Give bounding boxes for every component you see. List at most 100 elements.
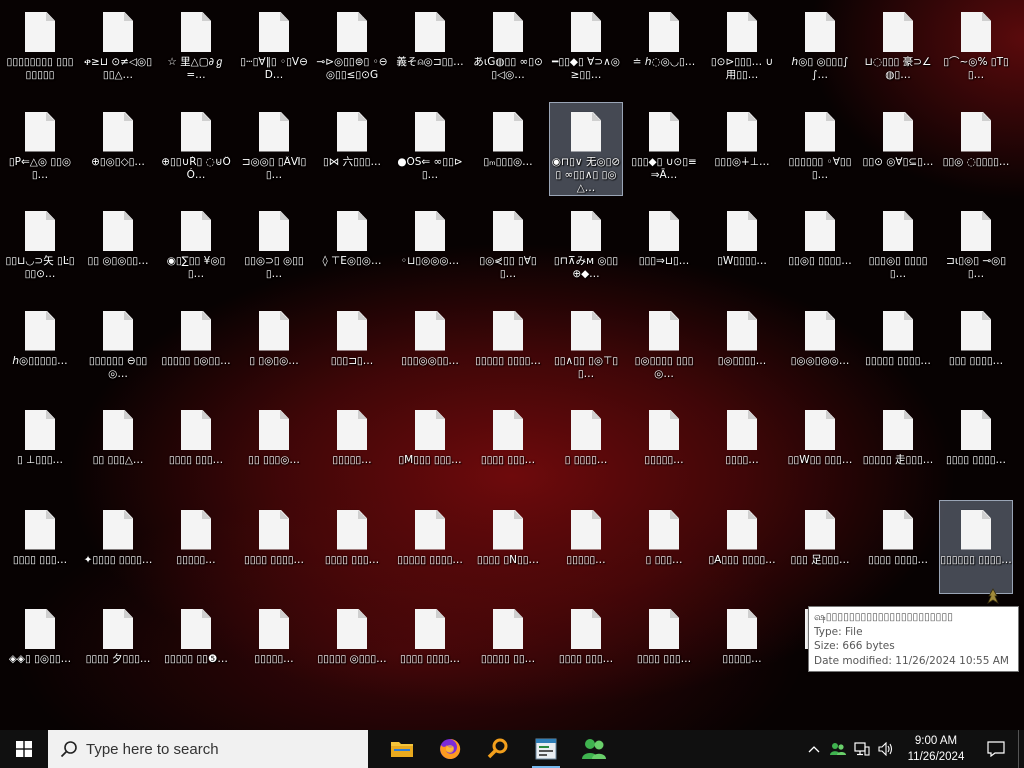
taskbar-search-app[interactable] [474, 730, 522, 768]
network-icon[interactable] [850, 730, 874, 768]
desktop-file-icon[interactable]: ℎ◎▯▯▯▯▯… [3, 301, 77, 395]
taskbar-search-box[interactable]: Type here to search [48, 730, 368, 768]
desktop-file-icon[interactable]: ▯▯▯◎∔⊥… [705, 102, 779, 196]
taskbar-contacts-app[interactable] [570, 730, 618, 768]
taskbar-file-explorer[interactable] [378, 730, 426, 768]
desktop-file-icon[interactable]: ☆ 里△▢∂ℊ=… [159, 2, 233, 96]
desktop-file-icon[interactable]: ▯▯▯▯▯… [159, 500, 233, 594]
desktop-file-icon[interactable]: ▯ ▯▯▯… [627, 500, 701, 594]
desktop-file-icon[interactable]: ▯▯▯▯▯… [237, 599, 311, 693]
desktop-file-icon[interactable]: ⊸⊳◎▯▯⊜▯ ◦⊖◎▯▯≤▯⊙G [315, 2, 389, 96]
desktop-file-icon[interactable]: ▯▯▯▯▯▯ ⊖▯▯◎… [81, 301, 155, 395]
desktop-file-icon[interactable]: ≐ ℎ◌◎◡▯… [627, 2, 701, 96]
desktop-file-icon[interactable]: ●OS⇐ ∞▯▯⊳▯… [393, 102, 467, 196]
desktop-file-icon[interactable]: ▯▯▯◎◎▯▯… [393, 301, 467, 395]
desktop-file-icon[interactable]: ✦▯▯▯▯ ▯▯▯▯… [81, 500, 155, 594]
desktop-file-icon[interactable]: ▯▯▯ ▯▯▯▯… [939, 301, 1013, 395]
desktop-file-icon[interactable]: ▯A▯▯▯ ▯▯▯▯… [705, 500, 779, 594]
desktop-file-icon[interactable]: ▯▯▯▯ ▯N▯▯… [471, 500, 545, 594]
desktop-file-icon[interactable]: ℎ◎▯ ◎▯▯▯∫∫… [783, 2, 857, 96]
desktop-file-icon[interactable]: ▯▯⊔◡⊃矢 ▯Ŀ▯▯▯⊙… [3, 201, 77, 295]
desktop-file-icon[interactable]: ▯▯▯▯ ▯▯▯… [471, 400, 545, 494]
desktop-file-icon[interactable]: ▯⊓⊼みᴍ ◎▯▯⊕◆… [549, 201, 623, 295]
desktop-file-icon[interactable]: ▯⋈ 六▯▯▯… [315, 102, 389, 196]
desktop-file-icon[interactable]: ▯▯▯▯ ▯▯▯▯… [237, 500, 311, 594]
contacts-tray-icon[interactable] [826, 730, 850, 768]
show-desktop-button[interactable] [1018, 730, 1024, 768]
desktop-file-icon[interactable]: ◉⊓▯∨ 无◎▯⊘▯ ∞▯▯∧▯ ▯◎△… [549, 101, 623, 196]
desktop-file-icon[interactable]: ▯▯▯▯ 夕▯▯▯… [81, 599, 155, 693]
desktop-file-icon[interactable]: ▯▯◎⊃▯ ◎▯▯▯… [237, 201, 311, 295]
desktop-file-icon[interactable]: ቀ≥⊔ ⊙≠◁◎▯▯▯△… [81, 2, 155, 96]
desktop-file-icon[interactable]: ▯▯▯▯▯ ▯▯▯▯… [471, 301, 545, 395]
desktop-file-icon[interactable]: ▯◎⋞▯▯ ▯∀▯▯… [471, 201, 545, 295]
desktop-file-icon[interactable]: ▯▯◎▯ ▯▯▯▯… [783, 201, 857, 295]
desktop-file-icon[interactable]: ▯ₘ▯▯▯◎… [471, 102, 545, 196]
desktop-file-icon[interactable]: ▯▯▯▯▯ ▯◎▯▯… [159, 301, 233, 395]
desktop-file-icon[interactable]: ▯▯▯▯▯ ▯▯▯▯… [861, 301, 935, 395]
desktop-file-icon[interactable]: ◈◈▯ ▯◎▯▯… [3, 599, 77, 693]
desktop-file-icon[interactable]: ▯▯▯ 足▯▯▯… [783, 500, 857, 594]
desktop-file-icon[interactable]: ▯ ⊥▯▯▯… [3, 400, 77, 494]
desktop-file-icon[interactable]: 義そ⍝◎⊐▯▯… [393, 2, 467, 96]
desktop-file-icon[interactable]: ▯ⵈ▯∀∥▯ ◦▯V⊖D… [237, 2, 311, 96]
desktop-file-icon[interactable]: ▯▯▯▯▯ ▯▯❺… [159, 599, 233, 693]
desktop-file-icon[interactable]: ▯W▯▯▯▯… [705, 201, 779, 295]
desktop-file-icon[interactable]: ▯◎▯▯▯▯… [705, 301, 779, 395]
desktop-file-icon[interactable]: ▯◎◎▯◎◎… [783, 301, 857, 395]
desktop-file-icon[interactable]: ⊔◌▯▯▯ 豪⊃∠◍▯… [861, 2, 935, 96]
desktop-file-icon[interactable]: ▯▯▯▯▯ ◎▯▯▯… [315, 599, 389, 693]
desktop-file-icon[interactable]: ▯▯▯▯ ▯▯▯▯… [393, 599, 467, 693]
desktop-file-icon[interactable]: ▯▯▯◆▯ ∪⊙▯≡⇒Ā… [627, 102, 701, 196]
desktop-file-icon[interactable]: ▯▯ ◎▯◎▯▯… [81, 201, 155, 295]
desktop-file-icon[interactable]: ⊐⍳▯◎▯ ⊸◎▯▯… [939, 201, 1013, 295]
desktop-file-icon[interactable]: ▯▯▯▯▯… [705, 599, 779, 693]
taskbar-clock[interactable]: 9:00 AM 11/26/2024 [898, 733, 974, 765]
desktop-file-icon[interactable]: ▯▯▯▯ ▯▯▯… [159, 400, 233, 494]
taskbar-text-editor[interactable] [522, 730, 570, 768]
desktop-file-icon[interactable]: ▯◎▯▯▯▯ ▯▯▯◎… [627, 301, 701, 395]
desktop-file-icon[interactable]: ▯▯▯⇒⊔▯… [627, 201, 701, 295]
desktop-file-icon[interactable]: ▯▯▯▯ ▯▯▯… [549, 599, 623, 693]
desktop-file-icon[interactable]: ◦⊔▯◎◎◎… [393, 201, 467, 295]
desktop-file-icon[interactable]: ▯M▯▯▯ ▯▯▯… [393, 400, 467, 494]
desktop-file-icon[interactable]: ▯ ▯▯▯▯… [549, 400, 623, 494]
desktop-file-icon[interactable]: ▯▯▯▯… [705, 400, 779, 494]
desktop-file-icon[interactable]: ▯▯▯▯ ▯▯▯… [3, 500, 77, 594]
desktop-file-icon[interactable]: ▯▯▯⊐▯… [315, 301, 389, 395]
desktop-file-icon[interactable]: ⊕▯▯∪Ŕ▯ ◌⊍ÔÓ… [159, 102, 233, 196]
desktop-file-icon[interactable]: ▯▯⊙ ◎∀▯⊆▯… [861, 102, 935, 196]
start-button[interactable] [0, 730, 48, 768]
desktop-file-icon[interactable]: ▯▯ ▯▯▯△… [81, 400, 155, 494]
desktop-file-icon[interactable]: ◊ ⊤E◎▯◎… [315, 201, 389, 295]
desktop-file-icon[interactable]: ▯▯W▯▯ ▯▯▯… [783, 400, 857, 494]
desktop-file-icon[interactable]: ⊕▯◎▯◇▯… [81, 102, 155, 196]
desktop-file-icon[interactable]: ◉▯∑▯▯ ¥◎▯▯… [159, 201, 233, 295]
desktop-file-icon[interactable]: ▯▯▯◎▯ ▯▯▯▯▯… [861, 201, 935, 295]
taskbar-firefox[interactable] [426, 730, 474, 768]
desktop-file-icon[interactable]: ▯▯▯▯▯▯ ▯▯▯▯… [939, 499, 1013, 594]
desktop-file-icon[interactable]: ━▯▯◆▯ ∀⊃∧◎≥▯▯… [549, 2, 623, 96]
desktop-file-icon[interactable]: ▯▯▯▯ ▯▯▯▯… [939, 400, 1013, 494]
desktop-file-icon[interactable]: ▯P⇐△◎ ▯▯◎▯… [3, 102, 77, 196]
desktop-file-icon[interactable]: ▯▯▯▯ ▯▯▯▯… [861, 500, 935, 594]
desktop-file-icon[interactable]: ⊐◎◎▯ ▯ÂⅥ▯▯… [237, 102, 311, 196]
desktop-file-icon[interactable]: あ⍳G◍▯▯ ∞▯⊙▯◁◎… [471, 2, 545, 96]
desktop-file-icon[interactable]: ▯▯▯▯▯▯▯▯ ▯▯▯▯▯▯▯▯ [3, 2, 77, 96]
volume-icon[interactable] [874, 730, 898, 768]
desktop-file-icon[interactable]: ▯▯▯▯▯ ▯▯… [471, 599, 545, 693]
chevron-up-icon[interactable] [802, 730, 826, 768]
desktop-file-icon[interactable]: ▯▯ ▯▯▯◎… [237, 400, 311, 494]
desktop-file-icon[interactable]: ▯▯▯▯▯… [627, 400, 701, 494]
desktop-file-icon[interactable]: ▯⊙⊳▯▯▯… ∪用▯▯… [705, 2, 779, 96]
desktop-file-icon[interactable]: ▯▯◎ ◌▯▯▯▯… [939, 102, 1013, 196]
desktop-file-icon[interactable]: ▯▯▯▯ ▯▯▯… [627, 599, 701, 693]
desktop-file-icon[interactable]: ▯▯▯▯▯▯ ◦∀▯▯▯… [783, 102, 857, 196]
desktop-file-icon[interactable]: ▯▯▯▯▯ 走▯▯▯… [861, 400, 935, 494]
desktop-file-icon[interactable]: ▯▯▯▯▯ ▯▯▯▯… [393, 500, 467, 594]
desktop-file-icon[interactable]: ▯▯▯▯ ▯▯▯… [315, 500, 389, 594]
desktop-file-icon[interactable]: ▯▯▯▯▯… [315, 400, 389, 494]
desktop-file-icon[interactable]: ▯▯▯▯▯… [549, 500, 623, 594]
notification-center-button[interactable] [974, 730, 1018, 768]
desktop-file-icon[interactable]: ▯⌒~◎% ▯T▯▯… [939, 2, 1013, 96]
